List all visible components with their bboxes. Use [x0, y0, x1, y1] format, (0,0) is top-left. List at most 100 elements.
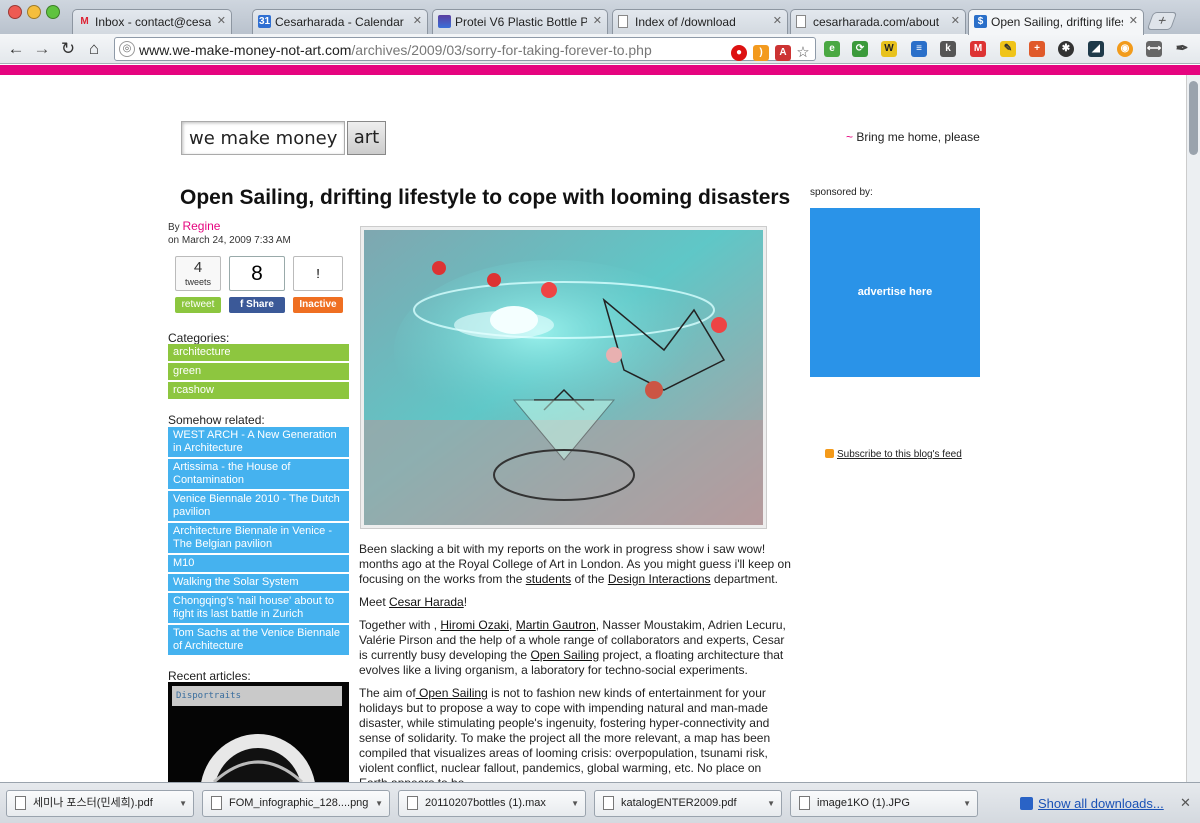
category-link[interactable]: rcashow: [168, 382, 349, 399]
extension-w-icon[interactable]: W: [881, 41, 897, 57]
tab-calendar[interactable]: 31 Cesarharada - Calendar ✕: [252, 9, 428, 34]
students-link[interactable]: students: [526, 572, 571, 586]
open-sailing-link[interactable]: Open Sailing: [416, 686, 488, 700]
extension-arrows-icon[interactable]: ⟷: [1146, 41, 1162, 57]
wrench-icon[interactable]: ✒: [1174, 41, 1190, 57]
author-link[interactable]: Regine: [182, 219, 220, 233]
minimize-window-button[interactable]: [27, 5, 41, 19]
extension-dark-icon[interactable]: ◢: [1088, 41, 1104, 57]
related-heading: Somehow related:: [168, 413, 265, 427]
related-link[interactable]: Tom Sachs at the Venice Biennale of Arch…: [168, 625, 349, 655]
martin-gautron-link[interactable]: Martin Gautron: [516, 618, 596, 632]
article-paragraph: Been slacking a bit with my reports on t…: [359, 542, 791, 586]
close-tab-icon[interactable]: ✕: [1129, 14, 1138, 27]
show-all-downloads-link[interactable]: Show all downloads...: [1020, 796, 1164, 811]
forward-button[interactable]: →: [31, 38, 53, 60]
chevron-down-icon[interactable]: ▼: [375, 791, 383, 816]
download-icon: [1020, 797, 1033, 810]
cesar-harada-link[interactable]: Cesar Harada: [389, 595, 464, 609]
recent-article-thumbnail[interactable]: Disportraits: [168, 682, 349, 782]
download-item[interactable]: FOM_infographic_128....png ▼: [202, 790, 390, 817]
extension-k-icon[interactable]: k: [940, 41, 956, 57]
close-window-button[interactable]: [8, 5, 22, 19]
download-item[interactable]: image1KO (1).JPG ▼: [790, 790, 978, 817]
globe-icon: ◎: [119, 41, 135, 57]
article-paragraph: The aim of Open Sailing is not to fashio…: [359, 686, 771, 782]
bookmark-star-icon[interactable]: ☆: [795, 45, 811, 61]
close-tab-icon[interactable]: ✕: [773, 14, 782, 27]
open-sailing-installation-image: [364, 230, 763, 525]
tab-strip: M Inbox - contact@cesarhara ✕ 31 Cesarha…: [0, 0, 1200, 35]
gmail-checker-icon[interactable]: M: [970, 41, 986, 57]
extension-note-icon[interactable]: ✎: [1000, 41, 1016, 57]
file-icon: [15, 796, 26, 810]
related-link[interactable]: Walking the Solar System: [168, 574, 349, 591]
hiromi-ozaki-link[interactable]: Hiromi Ozaki: [440, 618, 509, 632]
close-downloads-icon[interactable]: ✕: [1180, 795, 1191, 811]
related-link[interactable]: Architecture Biennale in Venice - The Be…: [168, 523, 349, 553]
chevron-down-icon[interactable]: ▼: [179, 791, 187, 816]
home-link[interactable]: ~ Bring me home, please: [846, 130, 980, 144]
facebook-share-button[interactable]: f Share: [229, 297, 285, 313]
close-tab-icon[interactable]: ✕: [413, 14, 422, 27]
new-tab-button[interactable]: +: [1146, 12, 1178, 30]
tab-index-download[interactable]: Index of /download ✕: [612, 9, 788, 34]
file-icon: [407, 796, 418, 810]
related-link[interactable]: Venice Biennale 2010 - The Dutch pavilio…: [168, 491, 349, 521]
related-link[interactable]: Artissima - the House of Contamination: [168, 459, 349, 489]
chevron-down-icon[interactable]: ▼: [571, 791, 579, 816]
wmmna-icon: $: [974, 15, 987, 28]
buzz-count: !: [293, 256, 343, 291]
site-logo-button[interactable]: art: [347, 121, 386, 155]
page-scrollbar[interactable]: [1186, 75, 1200, 782]
gmail-icon: M: [80, 16, 89, 27]
rss-icon[interactable]: ): [753, 45, 769, 61]
article-paragraph: Meet Cesar Harada!: [359, 595, 468, 609]
file-icon: [211, 796, 222, 810]
url-text[interactable]: www.we-make-money-not-art.com/archives/2…: [139, 42, 652, 58]
related-link[interactable]: M10: [168, 555, 349, 572]
scrollbar-thumb[interactable]: [1189, 81, 1198, 155]
extension-stack-icon[interactable]: ≡: [911, 41, 927, 57]
related-link[interactable]: WEST ARCH - A New Generation in Architec…: [168, 427, 349, 457]
download-item[interactable]: 20110207bottles (1).max ▼: [398, 790, 586, 817]
home-icon[interactable]: ⌂: [83, 38, 105, 60]
retweet-button[interactable]: retweet: [175, 297, 221, 313]
download-item[interactable]: katalogENTER2009.pdf ▼: [594, 790, 782, 817]
reload-button[interactable]: ↻: [57, 38, 79, 60]
close-tab-icon[interactable]: ✕: [593, 14, 602, 27]
inactive-button[interactable]: Inactive: [293, 297, 343, 313]
open-sailing-link[interactable]: Open Sailing: [530, 648, 599, 662]
address-bar[interactable]: ◎ www.we-make-money-not-art.com/archives…: [114, 37, 816, 61]
file-icon: [603, 796, 614, 810]
tab-protei[interactable]: Protei V6 Plastic Bottle Pro ✕: [432, 9, 608, 34]
extension-plus-icon[interactable]: +: [1029, 41, 1045, 57]
category-link[interactable]: green: [168, 363, 349, 380]
site-logo-search-field[interactable]: we make money r: [181, 121, 345, 155]
downloads-bar: 세미나 포스터(민세희).pdf ▼ FOM_infographic_128...…: [0, 782, 1200, 823]
tab-inbox[interactable]: M Inbox - contact@cesarhara ✕: [72, 9, 232, 34]
maximize-window-button[interactable]: [46, 5, 60, 19]
chevron-down-icon[interactable]: ▼: [963, 791, 971, 816]
adblock-icon[interactable]: ●: [731, 45, 747, 61]
download-item[interactable]: 세미나 포스터(민세희).pdf ▼: [6, 790, 194, 817]
subscribe-feed-link[interactable]: Subscribe to this blog's feed: [825, 449, 962, 460]
related-link[interactable]: Chongqing's 'nail house' about to fight …: [168, 593, 349, 623]
article-photo: [360, 226, 767, 529]
close-tab-icon[interactable]: ✕: [217, 14, 226, 27]
category-link[interactable]: architecture: [168, 344, 349, 361]
chevron-down-icon[interactable]: ▼: [767, 791, 775, 816]
advertise-box[interactable]: advertise here: [810, 208, 980, 377]
back-button[interactable]: ←: [5, 38, 27, 60]
extension-gear-icon[interactable]: ✱: [1058, 41, 1074, 57]
close-tab-icon[interactable]: ✕: [951, 14, 960, 27]
helmet-image: [201, 734, 315, 782]
extension-evernote-icon[interactable]: e: [824, 41, 840, 57]
browser-window: M Inbox - contact@cesarhara ✕ 31 Cesarha…: [0, 0, 1200, 823]
translate-icon[interactable]: A: [775, 45, 791, 61]
extension-refresh-icon[interactable]: ⟳: [852, 41, 868, 57]
design-interactions-link[interactable]: Design Interactions: [608, 572, 711, 586]
extension-globe-icon[interactable]: ◉: [1117, 41, 1133, 57]
tab-cesarharada-about[interactable]: cesarharada.com/about ✕: [790, 9, 966, 34]
tab-open-sailing[interactable]: $ Open Sailing, drifting lifest ✕: [968, 9, 1144, 35]
